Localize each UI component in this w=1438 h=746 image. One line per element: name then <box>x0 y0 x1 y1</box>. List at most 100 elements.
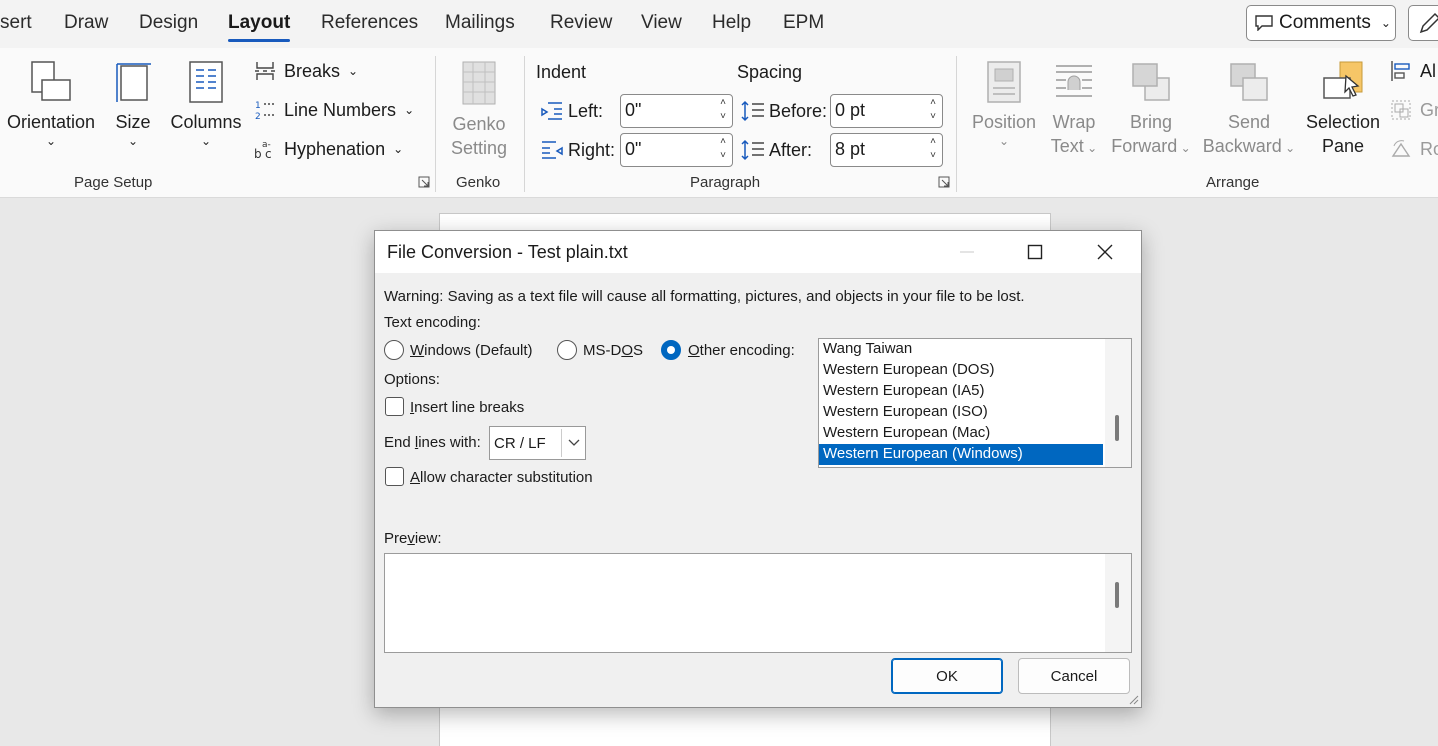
spacing-after-spinner[interactable]: 8 pt ˄ ˅ <box>830 133 943 167</box>
ok-label: OK <box>936 667 958 685</box>
preview-box[interactable] <box>384 553 1132 653</box>
tab-mailings[interactable]: Mailings <box>445 12 515 34</box>
encoding-listbox[interactable]: Wang Taiwan Western European (DOS) Weste… <box>818 338 1132 468</box>
list-item[interactable]: Western European (ISO) <box>819 402 1131 423</box>
comments-button[interactable]: Comments ⌄ <box>1246 5 1396 41</box>
columns-button[interactable]: Columns ⌄ <box>168 60 244 148</box>
breaks-button[interactable]: Breaks ⌄ <box>254 60 358 82</box>
chevron-down-icon: ⌄ <box>1177 141 1191 155</box>
file-conversion-dialog: File Conversion - Test plain.txt Warning… <box>374 230 1142 708</box>
indent-right-icon <box>542 141 563 159</box>
orientation-label: Orientation <box>6 112 96 132</box>
wrap-text-label-line1: Wrap <box>1052 112 1096 132</box>
tab-epm[interactable]: EPM <box>783 12 824 34</box>
radio-windows-label[interactable]: Windows (Default) <box>410 342 533 359</box>
insert-line-breaks-label[interactable]: Insert line breaks <box>410 399 524 416</box>
allow-substitution-checkbox[interactable] <box>385 467 404 486</box>
spinner-arrows-icon[interactable]: ˄ ˅ <box>930 135 936 163</box>
radio-other-encoding[interactable] <box>661 340 681 360</box>
tab-design[interactable]: Design <box>139 12 198 34</box>
spacing-after-value: 8 pt <box>835 139 866 159</box>
position-button[interactable]: Position ⌄ <box>968 60 1040 148</box>
scrollbar-thumb[interactable] <box>1115 415 1119 441</box>
list-item[interactable]: Wang Taiwan <box>819 339 1131 360</box>
chevron-down-icon[interactable] <box>561 429 585 457</box>
list-item[interactable]: Western European (DOS) <box>819 360 1131 381</box>
arrange-group-label: Arrange <box>1206 174 1260 191</box>
page-setup-launcher-icon[interactable] <box>418 176 430 188</box>
tab-help[interactable]: Help <box>712 12 751 34</box>
minimize-button[interactable] <box>947 239 987 265</box>
pencil-icon <box>1419 12 1438 34</box>
genko-setting-button[interactable]: Genko Setting <box>446 60 512 160</box>
spacing-after-label: After: <box>769 140 813 160</box>
scrollbar-thumb[interactable] <box>1115 582 1119 608</box>
allow-substitution-label[interactable]: Allow character substitution <box>410 469 593 486</box>
line-numbers-label: Line Numbers <box>284 99 397 120</box>
bring-forward-button[interactable]: Bring Forward ⌄ <box>1108 60 1194 158</box>
ok-button[interactable]: OK <box>891 658 1003 694</box>
radio-windows-default[interactable] <box>384 340 404 360</box>
chevron-down-icon: ⌄ <box>1380 16 1391 30</box>
editing-mode-button[interactable] <box>1408 5 1438 41</box>
wrap-text-button[interactable]: Wrap Text ⌄ <box>1044 60 1104 158</box>
encoding-scrollbar[interactable] <box>1105 339 1131 467</box>
tab-review[interactable]: Review <box>550 12 612 34</box>
close-button[interactable] <box>1085 239 1125 265</box>
spacing-before-icon <box>741 100 764 122</box>
chevron-down-icon: ⌄ <box>200 134 212 148</box>
radio-ms-dos-label[interactable]: MS-DOS <box>583 342 643 359</box>
spinner-arrows-icon[interactable]: ˄ ˅ <box>930 96 936 124</box>
chevron-down-icon: ⌄ <box>348 64 359 78</box>
selection-pane-button[interactable]: Selection Pane <box>1302 60 1384 158</box>
size-button[interactable]: Size ⌄ <box>110 60 156 148</box>
dialog-title-bar[interactable]: File Conversion - Test plain.txt <box>375 231 1141 273</box>
end-lines-select[interactable]: CR / LF <box>489 426 586 460</box>
spinner-arrows-icon[interactable]: ˄ ˅ <box>720 96 726 124</box>
list-item-selected[interactable]: Western European (Windows) <box>819 444 1103 465</box>
selection-pane-icon <box>1323 61 1363 99</box>
resize-grip-icon[interactable] <box>1127 693 1139 705</box>
end-lines-value: CR / LF <box>494 435 546 452</box>
maximize-button[interactable] <box>1015 239 1055 265</box>
radio-ms-dos[interactable] <box>557 340 577 360</box>
chevron-down-icon: ⌄ <box>404 103 415 117</box>
svg-text:b: b <box>254 147 262 160</box>
preview-scrollbar[interactable] <box>1105 554 1131 652</box>
tab-layout[interactable]: Layout <box>228 12 291 42</box>
spacing-before-spinner[interactable]: 0 pt ˄ ˅ <box>830 94 943 128</box>
group-divider <box>524 56 525 192</box>
tab-view[interactable]: View <box>641 12 682 34</box>
line-numbers-button[interactable]: 12 Line Numbers ⌄ <box>254 99 415 122</box>
comments-label: Comments <box>1279 12 1371 33</box>
indent-right-spinner[interactable]: 0" ˄ ˅ <box>620 133 733 167</box>
cancel-button[interactable]: Cancel <box>1018 658 1130 694</box>
tab-references[interactable]: References <box>321 12 418 34</box>
chevron-down-icon: ⌄ <box>45 134 57 148</box>
size-label: Size <box>115 112 151 132</box>
group-objects-button[interactable]: Gr <box>1390 99 1438 121</box>
paragraph-launcher-icon[interactable] <box>938 176 950 188</box>
insert-line-breaks-checkbox[interactable] <box>385 397 404 416</box>
line-numbers-icon: 12 <box>255 101 274 121</box>
hyphenation-button[interactable]: b c a- Hyphenation ⌄ <box>254 138 403 161</box>
list-item[interactable]: Western European (IA5) <box>819 381 1131 402</box>
svg-text:1: 1 <box>255 101 261 111</box>
close-icon <box>1097 244 1113 260</box>
spinner-arrows-icon[interactable]: ˄ ˅ <box>720 135 726 163</box>
tab-insert[interactable]: sert <box>0 12 32 34</box>
genko-label-line1: Genko <box>452 114 506 134</box>
chevron-down-icon: ⌄ <box>1281 141 1296 155</box>
rotate-icon <box>1391 140 1411 157</box>
spacing-before-label: Before: <box>769 101 828 121</box>
list-item[interactable]: Western European (Mac) <box>819 423 1131 444</box>
orientation-button[interactable]: Orientation ⌄ <box>4 60 98 148</box>
align-button[interactable]: Al <box>1390 60 1436 82</box>
cancel-label: Cancel <box>1050 667 1098 685</box>
rotate-button[interactable]: Ro <box>1390 138 1438 160</box>
send-backward-button[interactable]: Send Backward ⌄ <box>1200 60 1298 158</box>
radio-other-encoding-label[interactable]: Other encoding: <box>688 342 795 359</box>
indent-left-spinner[interactable]: 0" ˄ ˅ <box>620 94 733 128</box>
tab-draw[interactable]: Draw <box>64 12 108 34</box>
hyphenation-icon: b ca- <box>254 140 272 160</box>
